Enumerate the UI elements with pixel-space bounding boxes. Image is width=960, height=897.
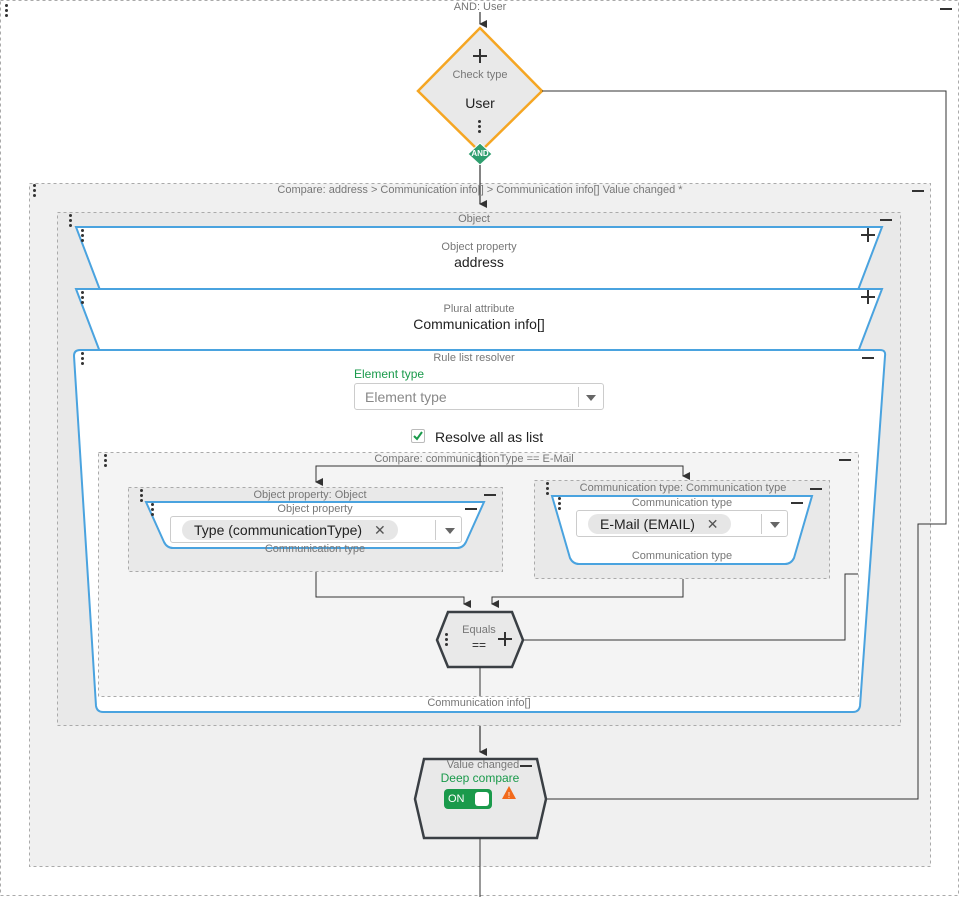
- compare-collapse-icon[interactable]: [912, 190, 924, 192]
- resolve-all-checkbox[interactable]: [411, 429, 425, 443]
- rule-list-footer: Communication info[]: [427, 697, 531, 709]
- right-property-collapse-icon[interactable]: [791, 502, 803, 504]
- toggle-label: ON: [448, 793, 465, 805]
- right-group-collapse-icon[interactable]: [810, 488, 822, 490]
- svg-text:!: !: [508, 791, 510, 800]
- object-property-caption: Object property: [441, 241, 517, 253]
- check-caption: Check type: [452, 69, 508, 81]
- left-property-menu-icon[interactable]: [151, 503, 155, 517]
- value-changed-collapse-icon[interactable]: [520, 765, 532, 767]
- property-dropdown-icon[interactable]: [445, 528, 455, 534]
- right-property-caption: Communication type: [631, 497, 733, 509]
- left-property-caption: Object property: [277, 503, 353, 515]
- left-property-collapse-icon[interactable]: [465, 508, 477, 510]
- resolve-all-label: Resolve all as list: [435, 429, 544, 445]
- rule-list-menu-icon[interactable]: [81, 352, 85, 366]
- plural-attribute-caption: Plural attribute: [443, 303, 515, 315]
- inner-compare-collapse-icon[interactable]: [839, 459, 851, 461]
- object-collapse-icon[interactable]: [880, 219, 892, 221]
- element-type-select[interactable]: Element type: [354, 383, 604, 410]
- value-changed-caption: Value changed: [446, 759, 520, 771]
- plural-attribute-menu-icon[interactable]: [81, 291, 85, 305]
- right-property-menu-icon[interactable]: [558, 497, 562, 511]
- chip-remove-icon[interactable]: ✕: [707, 516, 719, 532]
- check-menu-icon[interactable]: [478, 120, 482, 134]
- right-group-title: Communication type: Communication type: [579, 482, 787, 494]
- value-chip: E-Mail (EMAIL) ✕: [588, 514, 731, 534]
- right-group-menu-icon[interactable]: [546, 482, 550, 496]
- inner-compare-title: Compare: communicationType == E-Mail: [374, 453, 574, 465]
- rule-list-collapse-icon[interactable]: [862, 357, 874, 359]
- right-footer: Communication type: [631, 550, 733, 562]
- object-group-title: Object: [458, 213, 490, 225]
- element-type-label: Element type: [354, 367, 425, 381]
- chip-remove-icon[interactable]: ✕: [374, 522, 386, 538]
- inner-compare-menu-icon[interactable]: [104, 454, 108, 468]
- left-group-collapse-icon[interactable]: [484, 494, 496, 496]
- property-chip-label: Type (communicationType): [194, 522, 363, 538]
- object-menu-icon[interactable]: [69, 214, 73, 228]
- element-type-dropdown-icon[interactable]: [586, 395, 596, 401]
- plural-attribute-add-icon[interactable]: [861, 290, 875, 304]
- root-collapse-icon[interactable]: [940, 8, 952, 10]
- compare-group-title: Compare: address > Communication info[] …: [277, 184, 683, 196]
- element-type-placeholder: Element type: [365, 389, 447, 405]
- root-title: AND: User: [453, 1, 507, 13]
- object-property-menu-icon[interactable]: [81, 229, 85, 243]
- toggle-knob: [475, 792, 489, 806]
- value-chip-label: E-Mail (EMAIL): [600, 516, 695, 532]
- and-badge: AND: [471, 149, 489, 158]
- left-group-title: Object property: Object: [253, 489, 367, 501]
- compare-menu-icon[interactable]: [33, 184, 37, 198]
- checkmark-icon: [413, 431, 423, 441]
- equals-add-icon[interactable]: [498, 632, 512, 646]
- left-group-menu-icon[interactable]: [140, 489, 144, 503]
- deep-compare-toggle[interactable]: ON: [444, 789, 492, 809]
- check-value: User: [465, 95, 495, 111]
- left-footer: Communication type: [264, 543, 366, 555]
- object-property-add-icon[interactable]: [861, 228, 875, 242]
- check-add-icon[interactable]: [473, 49, 487, 63]
- value-dropdown-icon[interactable]: [770, 522, 780, 528]
- plural-attribute-value: Communication info[]: [413, 316, 545, 332]
- communication-type-value-select[interactable]: E-Mail (EMAIL) ✕: [576, 510, 788, 537]
- property-chip: Type (communicationType) ✕: [182, 520, 398, 540]
- rule-list-caption: Rule list resolver: [433, 352, 515, 364]
- communication-type-property-select[interactable]: Type (communicationType) ✕: [170, 516, 462, 543]
- root-menu-icon[interactable]: [5, 4, 9, 18]
- deep-compare-label: Deep compare: [440, 771, 520, 785]
- object-property-value: address: [454, 254, 504, 270]
